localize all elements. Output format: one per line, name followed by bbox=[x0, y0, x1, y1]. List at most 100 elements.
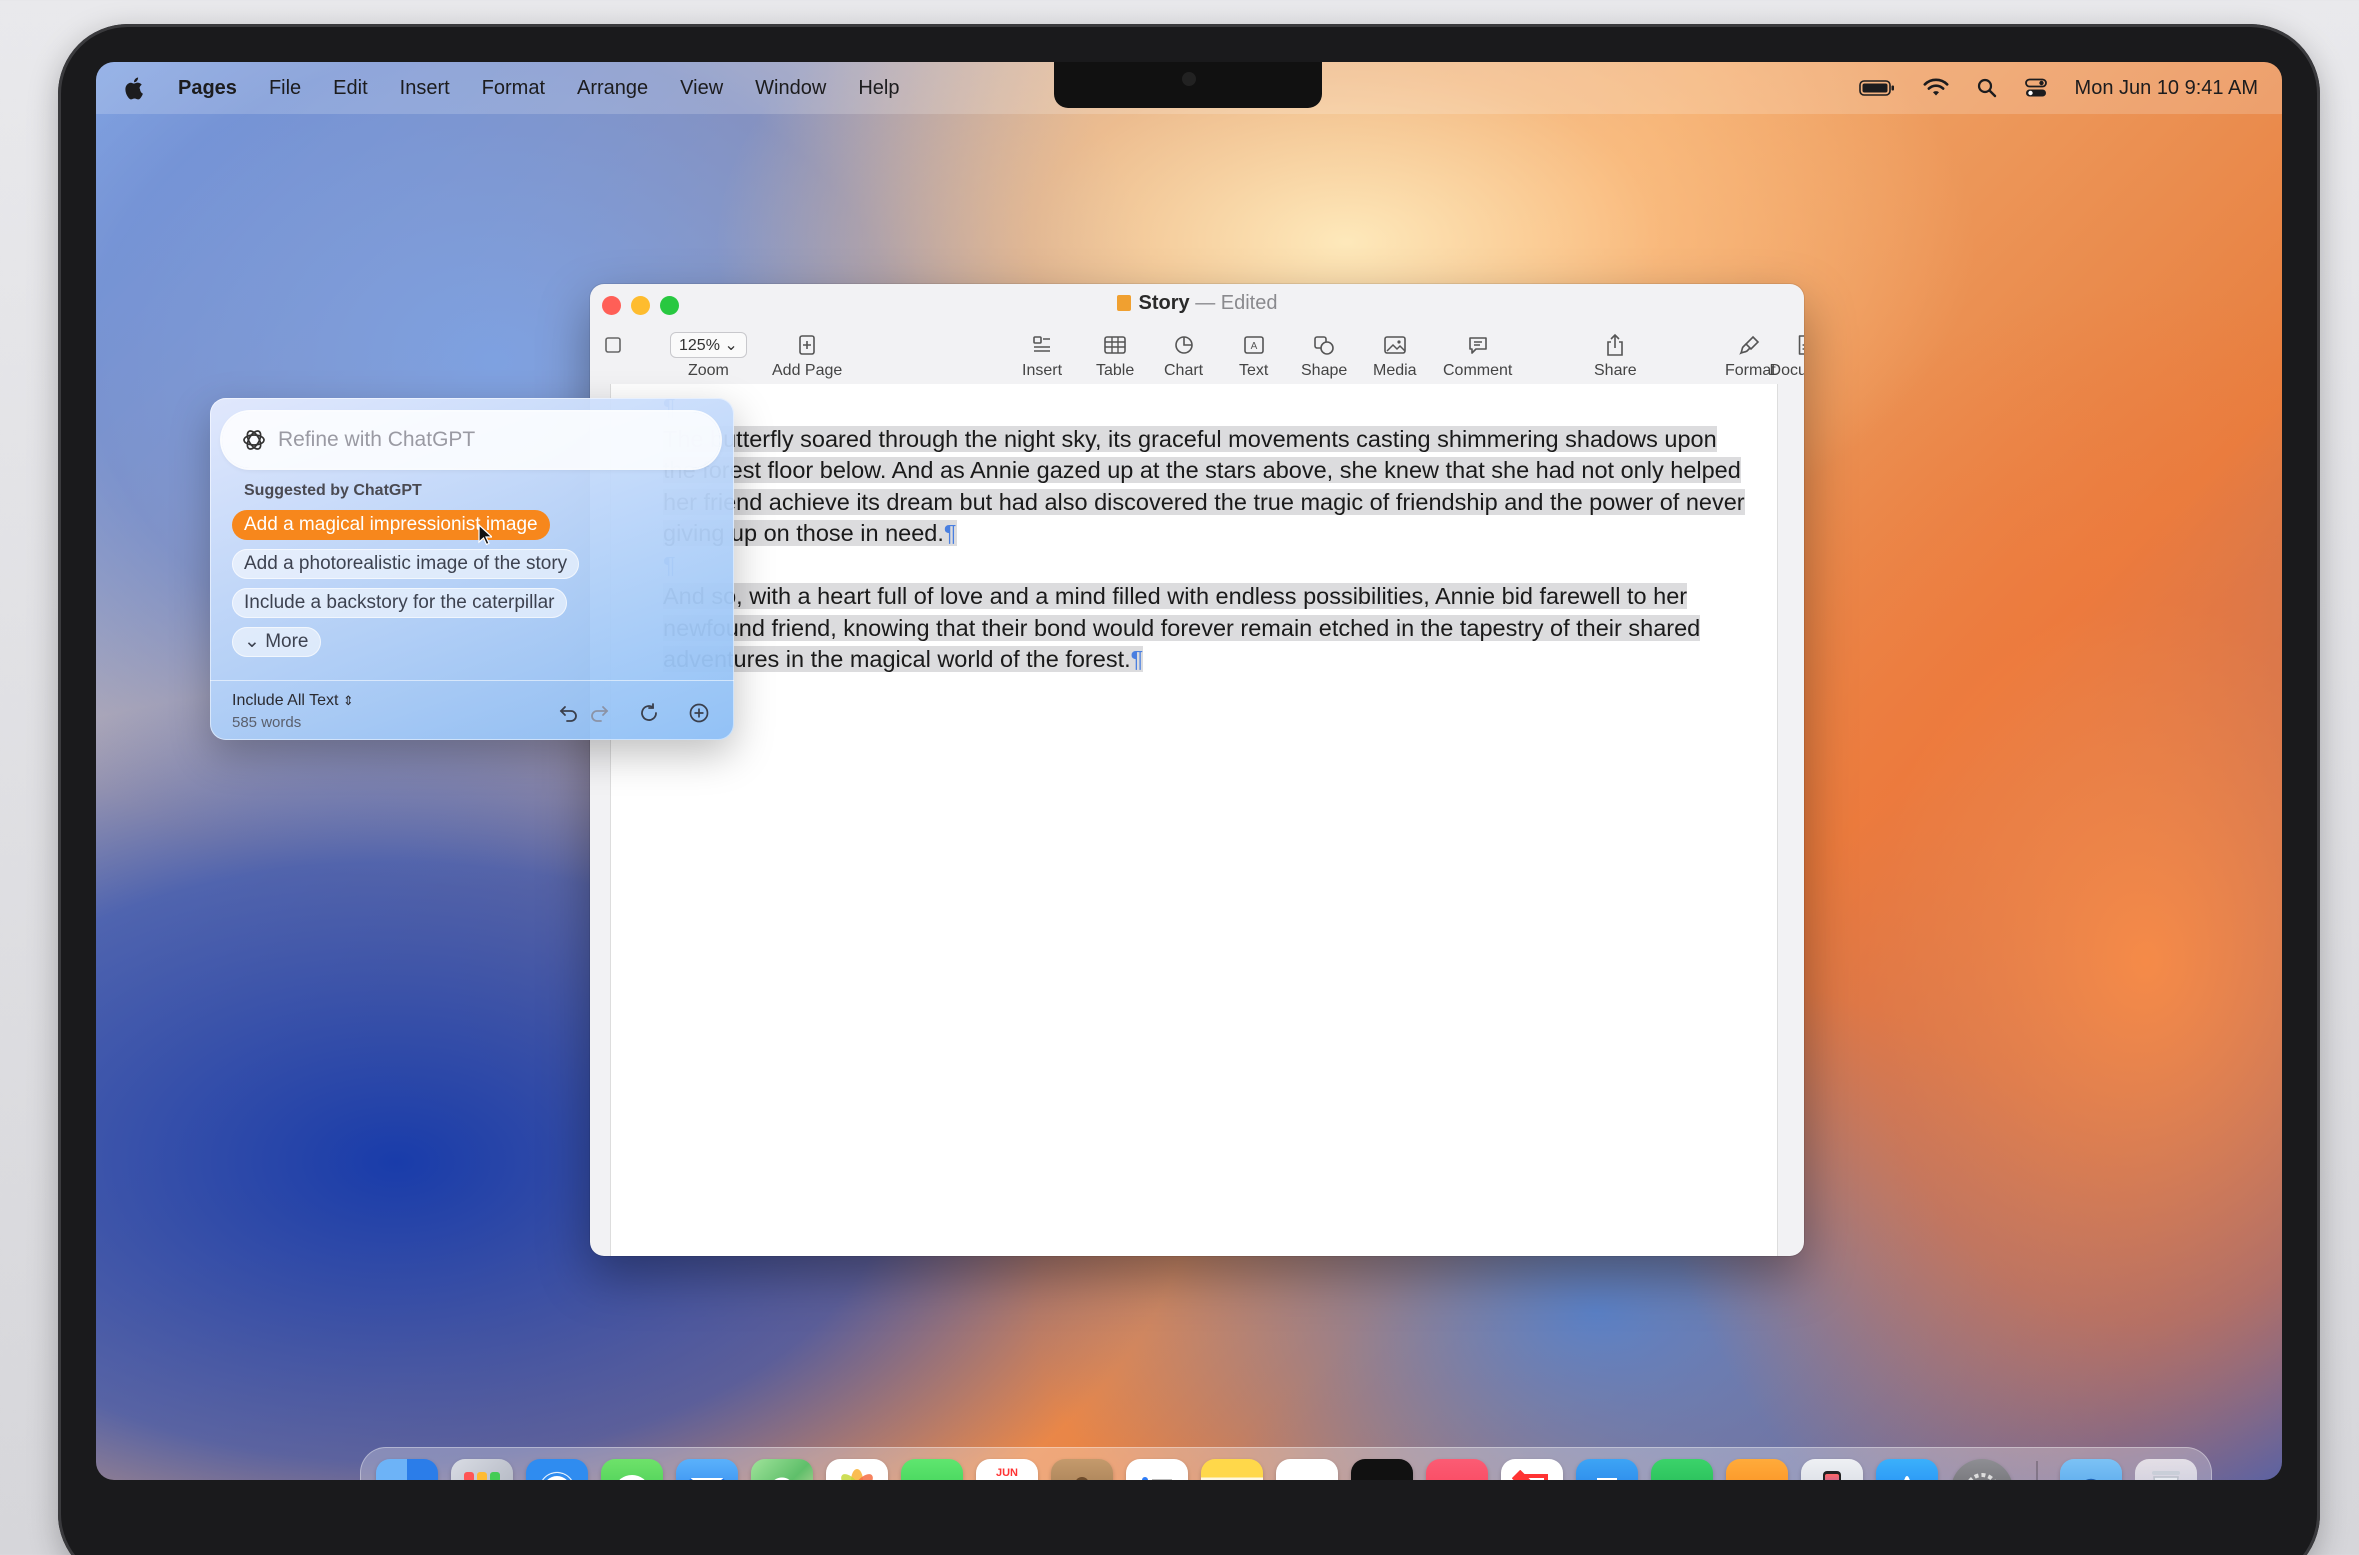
spotlight-search-icon[interactable] bbox=[1977, 78, 1997, 98]
redo-icon bbox=[591, 706, 609, 722]
add-page-icon bbox=[799, 335, 815, 355]
safari-icon[interactable] bbox=[526, 1459, 588, 1480]
notes-icon[interactable] bbox=[1201, 1459, 1263, 1480]
chatgpt-panel: Suggested by ChatGPT Add a magical impre… bbox=[210, 398, 734, 740]
menu-app-name[interactable]: Pages bbox=[178, 77, 237, 100]
table-button[interactable]: Table bbox=[1096, 330, 1134, 380]
empty-paragraph: ¶ bbox=[663, 550, 1753, 582]
menu-help[interactable]: Help bbox=[858, 77, 899, 100]
paragraph[interactable]: The butterfly soared through the night s… bbox=[663, 424, 1753, 550]
chart-icon bbox=[1174, 336, 1193, 354]
refine-input-container[interactable] bbox=[222, 412, 720, 468]
camera-notch bbox=[1054, 62, 1322, 108]
control-center-icon[interactable] bbox=[2024, 78, 2047, 98]
downloads-folder-icon[interactable] bbox=[2060, 1459, 2122, 1480]
regenerate-button[interactable] bbox=[636, 700, 662, 726]
suggestion-chip[interactable]: Add a photorealistic image of the story bbox=[232, 549, 580, 579]
apple-menu-icon[interactable] bbox=[124, 76, 146, 100]
contacts-icon[interactable] bbox=[1051, 1459, 1113, 1480]
appletv-icon[interactable]: ●tv bbox=[1351, 1459, 1413, 1480]
shape-button[interactable]: Shape bbox=[1301, 330, 1347, 380]
panel-divider bbox=[210, 680, 734, 681]
chart-button[interactable]: Chart bbox=[1164, 330, 1203, 380]
document-icon bbox=[1116, 295, 1131, 311]
include-text-selector[interactable]: Include All Text ⇕ bbox=[232, 692, 354, 710]
window-toolbar: 125% ⌄ Zoom Add Page Insert Table Chart … bbox=[590, 328, 1804, 384]
menu-view[interactable]: View bbox=[680, 77, 723, 100]
paragraph[interactable]: And so, with a heart full of love and a … bbox=[663, 581, 1753, 676]
suggestion-chip[interactable]: Add a magical impressionist image bbox=[232, 510, 550, 540]
text-button[interactable]: A Text bbox=[1239, 330, 1268, 380]
undo-icon bbox=[559, 706, 577, 722]
menu-insert[interactable]: Insert bbox=[400, 77, 450, 100]
media-button[interactable]: Media bbox=[1373, 330, 1417, 380]
media-icon bbox=[1383, 336, 1406, 354]
add-page-button[interactable]: Add Page bbox=[772, 330, 842, 380]
menu-clock[interactable]: Mon Jun 10 9:41 AM bbox=[2075, 77, 2258, 100]
document-page[interactable]: ¶ The butterfly soared through the night… bbox=[610, 384, 1778, 1256]
insert-icon bbox=[1033, 336, 1050, 352]
finder-icon[interactable]: ☺ bbox=[376, 1459, 438, 1480]
undo-button[interactable] bbox=[556, 700, 582, 726]
format-button[interactable]: Format bbox=[1725, 330, 1776, 380]
svg-text:A: A bbox=[1250, 341, 1257, 352]
text-box-icon: A bbox=[1243, 336, 1264, 354]
zoom-control[interactable]: 125% ⌄ Zoom bbox=[670, 330, 747, 380]
up-down-chevron-icon: ⇕ bbox=[342, 693, 354, 708]
refine-input[interactable] bbox=[278, 428, 698, 452]
menu-format[interactable]: Format bbox=[482, 77, 545, 100]
wifi-icon[interactable] bbox=[1923, 78, 1949, 98]
news-icon[interactable] bbox=[1501, 1459, 1563, 1480]
refresh-icon bbox=[641, 703, 657, 721]
mail-icon[interactable] bbox=[676, 1459, 738, 1480]
settings-icon[interactable] bbox=[1951, 1459, 2013, 1480]
more-suggestions-button[interactable]: ⌄ More bbox=[232, 627, 321, 657]
comment-button[interactable]: Comment bbox=[1443, 330, 1512, 380]
dock: ☺ JUN 10 bbox=[360, 1447, 2212, 1480]
menu-window[interactable]: Window bbox=[755, 77, 826, 100]
window-titlebar[interactable]: Story — Edited bbox=[590, 284, 1804, 328]
chevron-down-icon: ⌄ bbox=[244, 631, 260, 652]
empty-paragraph: ¶ bbox=[663, 392, 1753, 424]
chatgpt-logo-icon bbox=[243, 430, 265, 450]
mouse-pointer-icon bbox=[478, 524, 492, 546]
battery-icon[interactable] bbox=[1858, 79, 1895, 97]
insert-button[interactable]: Insert bbox=[1022, 330, 1062, 380]
keynote-icon[interactable] bbox=[1576, 1459, 1638, 1480]
desktop: Pages File Edit Insert Format Arrange Vi… bbox=[96, 62, 2282, 1480]
pages-icon[interactable] bbox=[1726, 1459, 1788, 1480]
view-button-partial[interactable] bbox=[604, 330, 622, 360]
comment-icon bbox=[1468, 337, 1487, 354]
table-icon bbox=[1104, 336, 1126, 354]
add-button[interactable] bbox=[686, 700, 712, 726]
chevron-down-icon: ⌄ bbox=[724, 337, 738, 354]
menu-file[interactable]: File bbox=[269, 77, 301, 100]
appstore-icon[interactable] bbox=[1876, 1459, 1938, 1480]
share-icon bbox=[1607, 333, 1624, 356]
pages-window: Story — Edited 125% ⌄ Zoom Add Page Inse… bbox=[590, 284, 1804, 1256]
suggestions-heading: Suggested by ChatGPT bbox=[244, 482, 422, 499]
reminders-icon[interactable] bbox=[1126, 1459, 1188, 1480]
paintbrush-icon bbox=[1739, 335, 1760, 355]
suggestion-chip[interactable]: Include a backstory for the caterpillar bbox=[232, 588, 567, 618]
launchpad-icon[interactable] bbox=[451, 1459, 513, 1480]
messages-icon[interactable] bbox=[601, 1459, 663, 1480]
window-title: Story — Edited bbox=[590, 292, 1804, 315]
menu-edit[interactable]: Edit bbox=[333, 77, 367, 100]
calendar-icon[interactable]: JUN 10 bbox=[976, 1459, 1038, 1480]
menu-arrange[interactable]: Arrange bbox=[577, 77, 648, 100]
music-icon[interactable]: ♫ bbox=[1426, 1459, 1488, 1480]
zoom-select[interactable]: 125% ⌄ bbox=[670, 332, 747, 358]
photos-icon[interactable] bbox=[826, 1459, 888, 1480]
numbers-icon[interactable] bbox=[1651, 1459, 1713, 1480]
share-button[interactable]: Share bbox=[1594, 330, 1637, 380]
trash-icon[interactable] bbox=[2135, 1459, 2197, 1480]
document-button[interactable]: Document bbox=[1770, 330, 1804, 380]
freeform-icon[interactable] bbox=[1276, 1459, 1338, 1480]
redo-button[interactable] bbox=[586, 700, 612, 726]
document-body[interactable]: ¶ The butterfly soared through the night… bbox=[663, 392, 1753, 676]
iphone-mirroring-icon[interactable] bbox=[1801, 1459, 1863, 1480]
facetime-icon[interactable] bbox=[901, 1459, 963, 1480]
maps-icon[interactable] bbox=[751, 1459, 813, 1480]
shape-icon bbox=[1314, 336, 1334, 355]
